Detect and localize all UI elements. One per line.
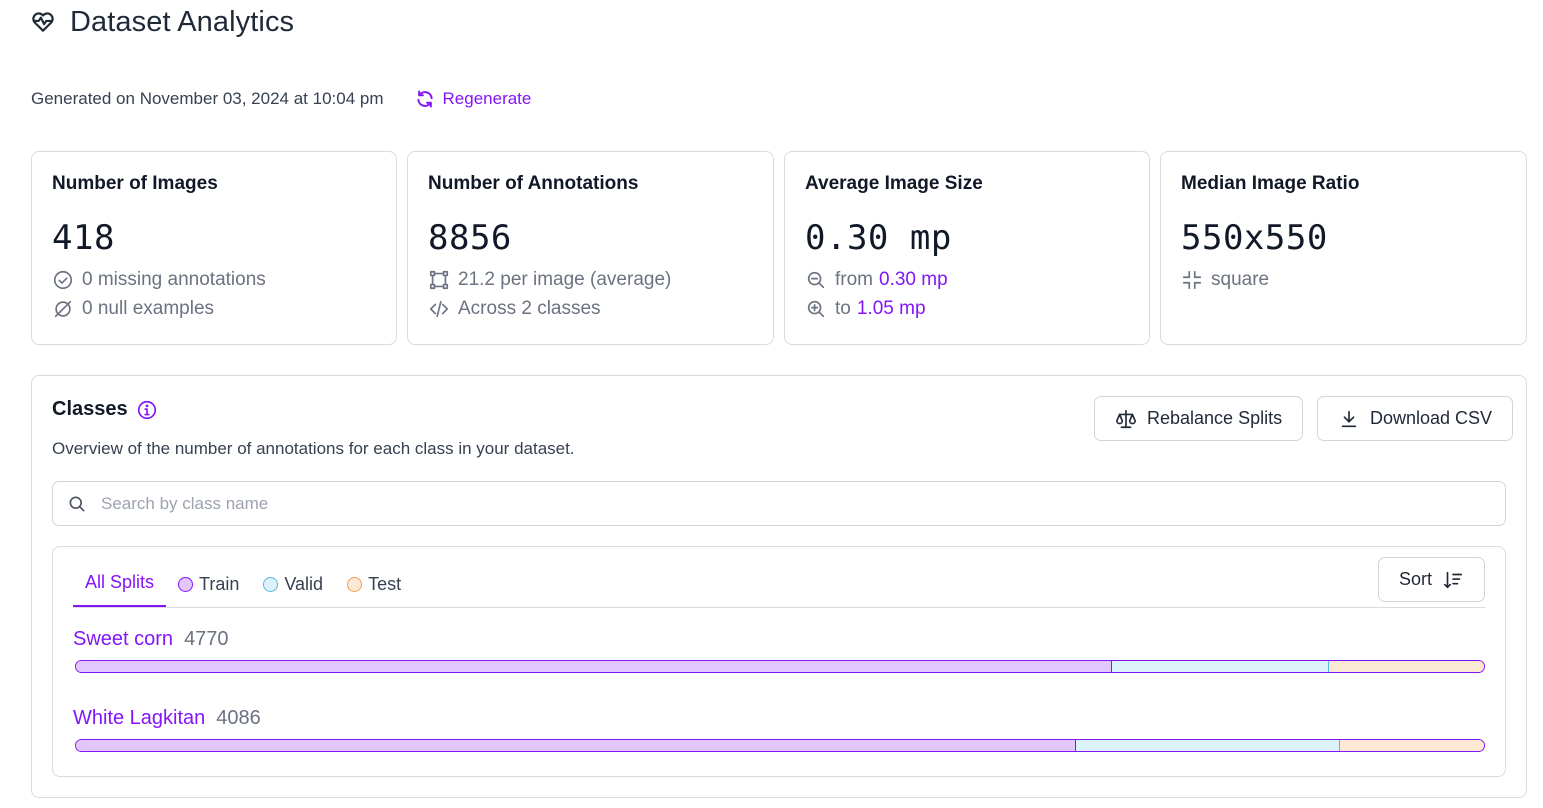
size-from-value: 0.30 mp — [879, 269, 948, 290]
classes-title: Classes — [52, 398, 128, 420]
sort-button[interactable]: Sort — [1378, 557, 1485, 602]
class-count-text: Across 2 classes — [458, 298, 601, 319]
class-count: 4086 — [216, 707, 261, 729]
tab-test-label: Test — [368, 573, 402, 594]
train-dot-icon — [178, 576, 194, 592]
image-ratio-card-title: Median Image Ratio — [1181, 173, 1360, 194]
info-icon[interactable] — [136, 399, 158, 421]
median-ratio-value: 550x550 — [1181, 218, 1328, 258]
tab-train[interactable]: Train — [166, 561, 251, 607]
image-ratio-card: Median Image Ratio 550x550 square — [1160, 151, 1527, 345]
sort-descending-icon — [1443, 571, 1463, 588]
download-csv-label: Download CSV — [1370, 408, 1493, 428]
regenerate-button[interactable]: Regenerate — [415, 89, 532, 109]
ratio-shape-line: square — [1181, 265, 1506, 294]
download-csv-button[interactable]: Download CSV — [1317, 396, 1514, 441]
per-image-text: 21.2 per image (average) — [458, 269, 672, 290]
test-dot-icon — [347, 576, 363, 592]
class-splits-box: All Splits Train Valid Test Sort Sweet c… — [52, 546, 1506, 777]
size-from-prefix: from — [835, 269, 873, 290]
classes-panel: Classes Overview of the number of annota… — [31, 375, 1527, 798]
classes-header: Classes — [52, 398, 158, 421]
sort-label: Sort — [1398, 569, 1432, 589]
size-to-line: to 1.05 mp — [805, 294, 1129, 323]
missing-annotations-line: 0 missing annotations — [52, 265, 376, 294]
size-to-value: 1.05 mp — [856, 298, 926, 319]
per-image-line: 21.2 per image (average) — [428, 265, 753, 294]
annotations-count: 8856 — [428, 218, 512, 258]
rebalance-splits-button[interactable]: Rebalance Splits — [1094, 396, 1304, 441]
class-count-line: Across 2 classes — [428, 294, 753, 323]
zoom-out-icon — [807, 271, 825, 288]
classes-description: Overview of the number of annotations fo… — [52, 439, 575, 458]
image-size-card-title: Average Image Size — [805, 173, 983, 194]
valid-dot-icon — [263, 576, 279, 592]
refresh-icon — [416, 90, 433, 108]
class-name[interactable]: Sweet corn — [73, 628, 173, 651]
scale-icon — [1116, 409, 1136, 428]
split-distribution-bar — [75, 739, 1485, 752]
valid-segment — [1075, 740, 1341, 751]
code-icon — [429, 300, 449, 317]
generated-row: Generated on November 03, 2024 at 10:04 … — [31, 88, 531, 110]
check-circle-icon — [53, 270, 73, 289]
regenerate-label: Regenerate — [442, 89, 532, 108]
size-to-prefix: to — [835, 298, 851, 319]
null-examples-line: 0 null examples — [52, 294, 376, 323]
tab-valid-label: Valid — [284, 573, 324, 594]
page-header: Dataset Analytics — [30, 4, 294, 40]
tab-valid[interactable]: Valid — [251, 561, 335, 607]
class-name[interactable]: White Lagkitan — [73, 707, 205, 730]
train-segment — [76, 740, 1076, 751]
train-segment — [76, 661, 1113, 672]
generated-text: Generated on November 03, 2024 at 10:04 … — [31, 89, 384, 108]
null-examples-text: 0 null examples — [82, 298, 215, 319]
split-tabs: All Splits Train Valid Test — [73, 561, 1485, 608]
rebalance-splits-label: Rebalance Splits — [1147, 408, 1283, 428]
search-icon — [69, 496, 85, 511]
tab-train-label: Train — [199, 573, 240, 594]
empty-set-icon — [54, 300, 72, 317]
class-row[interactable]: White Lagkitan 4086 — [73, 707, 1485, 752]
class-count: 4770 — [184, 628, 229, 650]
minimize-arrows-icon — [1182, 270, 1202, 289]
average-size-value: 0.30 mp — [805, 218, 952, 258]
annotations-card-title: Number of Annotations — [428, 173, 639, 194]
class-row[interactable]: Sweet corn 4770 — [73, 628, 1485, 673]
annotations-card: Number of Annotations 8856 21.2 per imag… — [407, 151, 774, 345]
split-distribution-bar — [75, 660, 1485, 673]
bounding-box-icon — [429, 270, 449, 289]
images-card: Number of Images 418 0 missing annotatio… — [31, 151, 397, 345]
valid-segment — [1112, 661, 1330, 672]
class-search-box — [52, 481, 1506, 526]
dataset-analytics-page: Dataset Analytics Generated on November … — [0, 0, 1543, 808]
page-title: Dataset Analytics — [70, 5, 295, 38]
images-card-title: Number of Images — [52, 173, 218, 194]
test-segment — [1340, 740, 1484, 751]
zoom-in-icon — [807, 300, 825, 317]
size-from-line: from 0.30 mp — [805, 265, 1129, 294]
test-segment — [1329, 661, 1484, 672]
missing-annotations-text: 0 missing annotations — [82, 269, 266, 290]
tab-all-splits-label: All Splits — [85, 572, 155, 592]
class-search-input[interactable] — [99, 492, 1479, 515]
ratio-shape-text: square — [1211, 269, 1270, 290]
tab-test[interactable]: Test — [335, 561, 413, 607]
images-count: 418 — [52, 218, 115, 258]
tab-all-splits[interactable]: All Splits — [73, 560, 167, 607]
image-size-card: Average Image Size 0.30 mp from 0.30 mp … — [784, 151, 1150, 345]
download-icon — [1341, 410, 1357, 427]
heart-pulse-icon — [30, 9, 56, 35]
